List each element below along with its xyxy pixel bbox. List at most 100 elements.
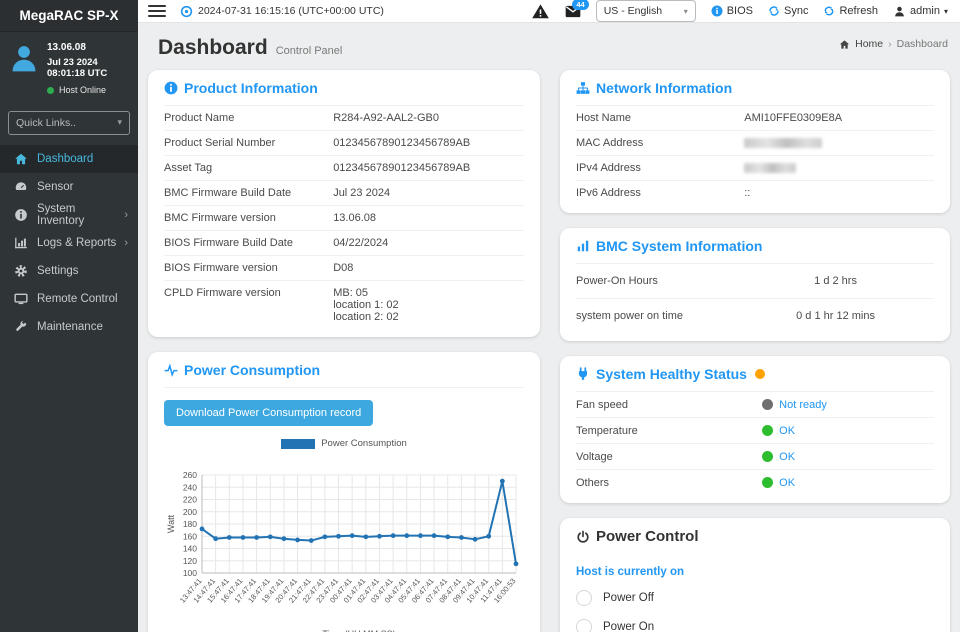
clock-icon [180,5,193,18]
power-icon [576,530,590,544]
user-label: admin [910,5,940,17]
row-label: Asset Tag [164,162,333,174]
host-status: Host Online [47,85,132,96]
row-value: 01234567890123456789AB [333,162,524,174]
svg-text:220: 220 [183,495,197,505]
status-link[interactable]: OK [762,451,795,463]
gauge-icon [13,179,28,194]
status-text: OK [779,451,795,463]
system-healthy-status-card: System Healthy Status Fan speedNot ready… [560,356,950,503]
sidebar-item-maintenance[interactable]: Maintenance [0,313,138,341]
radio-option-power-on[interactable]: Power On [576,611,934,632]
row-label: Product Serial Number [164,137,333,149]
info-circle-icon [13,207,28,222]
row-value: AMI10FFE0309E8A [744,112,934,124]
page-title: Dashboard [158,36,268,60]
row-label: MAC Address [576,137,744,149]
sidebar-item-label: Dashboard [37,153,93,165]
refresh-button[interactable]: Refresh [823,5,878,17]
language-value: US - English [604,5,662,17]
refresh-label: Refresh [839,5,878,17]
hamburger-menu-icon[interactable] [148,5,166,17]
table-row: BIOS Firmware Build Date04/22/2024 [164,231,524,256]
sync-label: Sync [784,5,808,17]
power-consumption-title: Power Consumption [164,362,524,388]
table-row: CPLD Firmware versionMB: 05 location 1: … [164,281,524,329]
chevron-right-icon: › [124,209,128,221]
topbar-datetime: 2024-07-31 16:15:16 (UTC+00:00 UTC) [198,5,384,17]
svg-text:120: 120 [183,556,197,566]
status-text: Not ready [779,399,827,411]
wrench-icon [13,319,28,334]
row-value: :: [744,187,934,199]
row-value: 13.06.08 [333,212,524,224]
chevron-down-icon: ▾ [944,7,948,16]
svg-text:180: 180 [183,519,197,529]
table-row: Fan speedNot ready [576,392,934,418]
row-value: 1 d 2 hrs [737,275,934,287]
sync-button[interactable]: Sync [768,5,808,17]
firmware-version: 13.06.08 [47,42,132,55]
language-select[interactable]: US - English ▾ [596,0,696,22]
row-label: BIOS Firmware Build Date [164,237,333,249]
breadcrumb-home[interactable]: Home [855,38,883,50]
bios-label: BIOS [727,5,753,17]
warning-icon[interactable] [531,2,550,21]
table-row: BMC Firmware Build DateJul 23 2024 [164,181,524,206]
row-label: BMC Firmware Build Date [164,187,333,199]
row-label: Host Name [576,112,744,124]
sidebar-item-sensor[interactable]: Sensor [0,173,138,201]
app-window: MegaRAC SP-X 13.06.08 Jul 23 2024 08:01:… [0,0,960,632]
radio-option-power-off[interactable]: Power Off [576,582,934,611]
row-value [744,162,934,174]
host-power-status-text: Host is currently on [576,566,934,578]
status-link[interactable]: OK [762,425,795,437]
table-row: system power on time0 d 1 hr 12 mins [576,299,934,333]
sidebar-item-label: Logs & Reports [37,237,116,249]
table-row: TemperatureOK [576,418,934,444]
download-power-record-button[interactable]: Download Power Consumption record [164,400,373,426]
sidebar-item-remote-control[interactable]: Remote Control [0,285,138,313]
row-label: Power-On Hours [576,275,737,287]
table-row: OthersOK [576,470,934,495]
table-row: IPv6 Address:: [576,181,934,205]
dashboard-content: Product Information Product NameR284-A92… [138,70,960,632]
status-text: OK [779,477,795,489]
user-profile: 13.06.08 Jul 23 2024 08:01:18 UTC Host O… [0,32,138,105]
sidebar-item-logs-reports[interactable]: Logs & Reports› [0,229,138,257]
chevron-down-icon: ▾ [684,7,688,16]
quick-links-dropdown[interactable]: Quick Links.. ▾ [8,111,130,135]
row-value: 0 d 1 hr 12 mins [737,310,934,322]
topbar: 2024-07-31 16:15:16 (UTC+00:00 UTC) 44 U… [138,0,960,23]
mail-icon[interactable]: 44 [565,5,581,18]
breadcrumb-current: Dashboard [897,38,948,50]
status-link[interactable]: OK [762,477,795,489]
sidebar-item-system-inventory[interactable]: System Inventory› [0,201,138,229]
user-menu[interactable]: admin ▾ [893,5,948,18]
row-label: BIOS Firmware version [164,262,333,274]
radio-label: Power On [603,621,654,632]
radio-label: Power Off [603,592,654,604]
svg-text:260: 260 [183,470,197,480]
sidebar-menu: DashboardSensorSystem Inventory›Logs & R… [0,145,138,632]
monitor-icon [13,291,28,306]
bios-button[interactable]: BIOS [711,5,753,17]
radio-button[interactable] [576,590,592,606]
row-value: MB: 05 location 1: 02 location 2: 02 [333,287,524,323]
status-dot-gray [762,399,773,410]
row-label: CPLD Firmware version [164,287,333,323]
table-row: IPv4 Address [576,156,934,181]
overall-health-dot [755,369,765,379]
network-information-card: Network Information Host NameAMI10FFE030… [560,70,950,213]
sidebar-item-settings[interactable]: Settings [0,257,138,285]
sidebar-item-label: Remote Control [37,293,118,305]
breadcrumb: Home › Dashboard [839,38,948,50]
sidebar-item-dashboard[interactable]: Dashboard [0,145,138,173]
row-value [744,137,934,149]
redacted-value [744,163,796,173]
status-dot-green [762,477,773,488]
page-head: Dashboard Control Panel Home › Dashboard [138,23,960,70]
row-label: system power on time [576,310,737,322]
status-link[interactable]: Not ready [762,399,827,411]
radio-button[interactable] [576,619,592,632]
